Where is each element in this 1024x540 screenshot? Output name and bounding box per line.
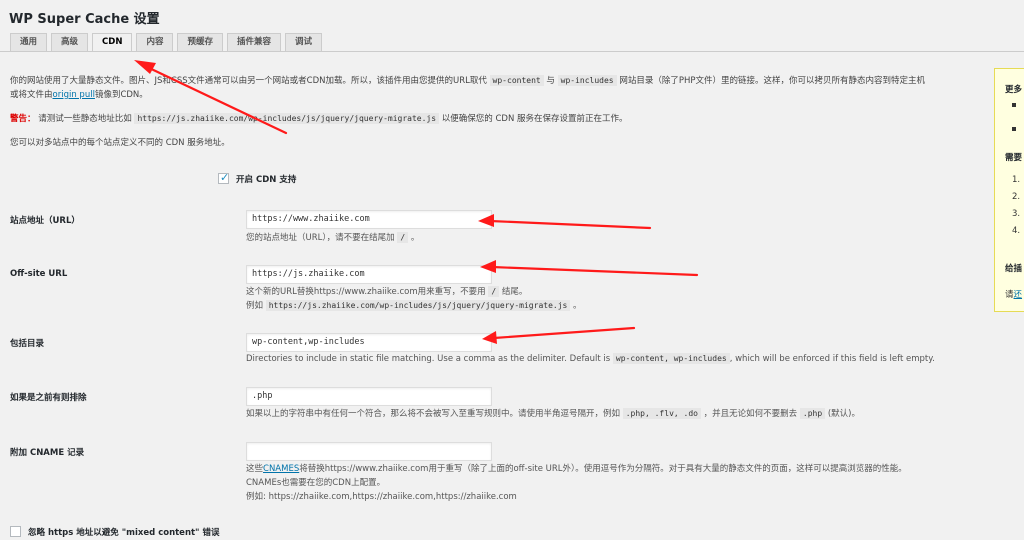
sidebar-list-item: 2. — [1012, 192, 1021, 202]
tab-contents[interactable]: 内容 — [136, 33, 174, 51]
tab-debug[interactable]: 调试 — [285, 33, 323, 51]
skip-https-label: 忽略 https 地址以避免 "mixed content" 错误 — [28, 528, 220, 538]
cname-label: 附加 CNAME 记录 — [10, 448, 85, 458]
bullet-icon — [1012, 127, 1016, 131]
cname-input[interactable] — [246, 442, 492, 461]
enable-cdn-label: 开启 CDN 支持 — [236, 175, 297, 185]
sidebar-list-item: 3. — [1012, 209, 1021, 219]
warning-paragraph: 警告： 请测试一些静态地址比如 https://js.zhaiike.com/w… — [10, 113, 628, 124]
help-sidebar: 更多 需要 1. 2. 3. 4. 给插 请还 — [994, 68, 1024, 312]
sidebar-list-item: 1. — [1012, 175, 1021, 185]
offsite-url-input[interactable]: https://js.zhaiike.com — [246, 265, 492, 284]
sidebar-heading-more: 更多 — [1005, 85, 1023, 95]
sidebar-link[interactable]: 请还 — [1005, 288, 1022, 300]
sidebar-heading-give: 给插 — [1005, 264, 1023, 274]
offsite-url-desc: 这个新的URL替换https://www.zhaiike.com用来重写，不要用… — [246, 286, 582, 311]
page-title: WP Super Cache 设置 — [9, 12, 160, 27]
bullet-icon — [1012, 103, 1016, 107]
settings-tabs: 通用 高级 CDN 内容 预缓存 插件兼容 调试 — [10, 33, 326, 52]
arrow-to-offsite-url — [490, 265, 699, 277]
skip-https-checkbox[interactable] — [10, 526, 21, 537]
offsite-url-label: Off-site URL — [10, 269, 68, 279]
exclude-desc: 如果以上的字符串中有任何一个符合，那么将不会被写入至重写规则中。请使用半角逗号隔… — [246, 408, 860, 419]
sidebar-list-item: 4. — [1012, 226, 1021, 236]
enable-cdn-checkbox[interactable]: ✓ — [218, 171, 230, 184]
tab-general[interactable]: 通用 — [10, 33, 48, 51]
exclude-label: 如果是之前有则排除 — [10, 393, 87, 403]
warning-label: 警告： — [10, 114, 36, 124]
sidebar-heading-need: 需要 — [1005, 153, 1023, 163]
site-url-input[interactable]: https://www.zhaiike.com — [246, 210, 492, 229]
multisite-note: 您可以对多站点中的每个站点定义不同的 CDN 服务地址。 — [10, 138, 230, 148]
origin-pull-link[interactable]: origin pull — [53, 90, 95, 100]
include-dirs-label: 包括目录 — [10, 339, 45, 349]
tab-cdn[interactable]: CDN — [92, 33, 133, 52]
arrow-to-site-url — [488, 219, 652, 230]
tab-plugins[interactable]: 插件兼容 — [226, 33, 281, 51]
site-url-desc: 您的站点地址（URL），请不要在结尾加 / 。 — [246, 232, 420, 243]
arrow-to-include-dirs — [492, 326, 636, 340]
include-dirs-input[interactable]: wp-content,wp-includes — [246, 333, 492, 352]
checkmark-icon: ✓ — [220, 171, 230, 184]
site-url-label: 站点地址（URL） — [10, 216, 80, 226]
include-dirs-desc: Directories to include in static file ma… — [246, 353, 935, 364]
exclude-input[interactable]: .php — [246, 387, 492, 406]
intro-paragraph: 你的网站使用了大量静态文件。图片、JS和CSS文件通常可以由另一个网站或者CDN… — [10, 75, 925, 100]
tab-divider — [0, 51, 1024, 52]
arrow-head — [134, 60, 156, 74]
cname-desc: 这些CNAMES将替换https://www.zhaiike.com用于重写（除… — [246, 464, 907, 502]
cnames-link[interactable]: CNAMES — [263, 464, 299, 474]
tab-preload[interactable]: 预缓存 — [177, 33, 223, 51]
tab-advanced[interactable]: 高级 — [51, 33, 89, 51]
